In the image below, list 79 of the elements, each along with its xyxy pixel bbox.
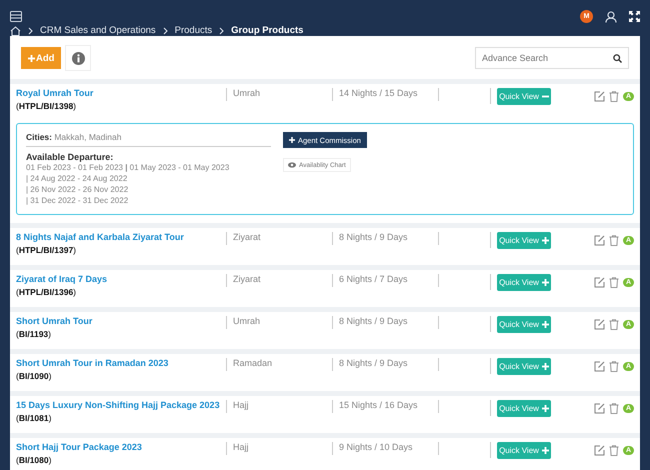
home-icon[interactable] bbox=[10, 26, 21, 36]
search-field[interactable]: Advance Search bbox=[475, 47, 629, 69]
eye-icon bbox=[288, 162, 296, 168]
duration-text: 9 Nights / 10 Days bbox=[339, 442, 413, 452]
category-text: Hajj bbox=[233, 442, 249, 452]
delete-icon[interactable] bbox=[608, 403, 619, 414]
chevron-icon bbox=[219, 26, 224, 34]
delete-icon[interactable] bbox=[608, 361, 619, 372]
category-text: Ramadan bbox=[233, 358, 272, 368]
plus-icon bbox=[542, 363, 549, 370]
product-code: (HTPL/BI/1396) bbox=[16, 287, 76, 297]
edit-icon[interactable] bbox=[594, 403, 605, 414]
plus-icon bbox=[542, 447, 549, 454]
plus-icon bbox=[542, 405, 549, 412]
edit-icon[interactable] bbox=[594, 319, 605, 330]
category-text: Hajj bbox=[233, 400, 249, 410]
departure-dates: | 26 Nov 2022 - 26 Nov 2022 bbox=[26, 184, 130, 195]
duration-text: 6 Nights / 7 Days bbox=[339, 274, 408, 284]
user-icon[interactable] bbox=[605, 10, 617, 22]
edit-icon[interactable] bbox=[594, 361, 605, 372]
duration-text: 15 Nights / 16 Days bbox=[339, 400, 418, 410]
quick-view-button[interactable]: Quick View bbox=[497, 88, 551, 105]
product-code: (BI/1090) bbox=[16, 371, 52, 381]
product-link[interactable]: Short Hajj Tour Package 2023 bbox=[16, 442, 142, 452]
product-link[interactable]: Ziyarat of Iraq 7 Days bbox=[16, 274, 108, 284]
delete-icon[interactable] bbox=[608, 445, 619, 456]
plus-icon bbox=[542, 321, 549, 328]
product-code: (BI/1080) bbox=[16, 455, 52, 465]
info-icon bbox=[72, 52, 85, 64]
search-icon[interactable] bbox=[613, 54, 622, 63]
edit-icon[interactable] bbox=[594, 277, 605, 288]
category-text: Ziyarat bbox=[233, 232, 261, 242]
category-text: Ziyarat bbox=[233, 274, 261, 284]
edit-icon[interactable] bbox=[594, 91, 605, 102]
product-code: (HTPL/BI/1398) bbox=[16, 101, 76, 111]
quick-view-button[interactable]: Quick View bbox=[497, 274, 551, 291]
add-button[interactable]: Add bbox=[21, 47, 62, 69]
product-link[interactable]: 8 Nights Najaf and Karbala Ziyarat Tour bbox=[16, 232, 184, 242]
plus-icon bbox=[28, 54, 35, 62]
product-link[interactable]: Short Umrah Tour bbox=[16, 316, 92, 326]
product-code: (BI/1081) bbox=[16, 413, 52, 423]
departure-dates: 01 Feb 2023 - 01 Feb 2023 | 01 May 2023 - 01 May 2023 bbox=[26, 162, 230, 173]
delete-icon[interactable] bbox=[608, 235, 619, 246]
departure-dates: | 24 Aug 2022 - 24 Aug 2022 bbox=[26, 173, 128, 184]
product-code: (BI/1193) bbox=[16, 329, 51, 339]
delete-icon[interactable] bbox=[608, 91, 619, 102]
delete-icon[interactable] bbox=[608, 319, 619, 330]
product-link[interactable]: Royal Umrah Tour bbox=[16, 88, 94, 98]
quick-view-button[interactable]: Quick View bbox=[497, 316, 551, 333]
quick-view-button[interactable]: Quick View bbox=[497, 358, 551, 375]
breadcrumb-link[interactable]: CRM Sales and Operations bbox=[40, 25, 156, 36]
fullscreen-icon[interactable] bbox=[629, 11, 640, 22]
plus-icon bbox=[542, 237, 549, 244]
product-code: (HTPL/BI/1397) bbox=[16, 245, 76, 255]
duration-text: 8 Nights / 9 Days bbox=[339, 358, 408, 368]
plus-icon bbox=[289, 137, 295, 143]
chevron-icon bbox=[162, 26, 168, 34]
cities-text: Cities: Makkah, Madinah bbox=[26, 132, 271, 147]
departure-heading: Available Departure: bbox=[26, 152, 114, 162]
product-link[interactable]: 15 Days Luxury Non-Shifting Hajj Package 2023 bbox=[16, 400, 220, 410]
info-button[interactable] bbox=[65, 45, 92, 71]
chevron-icon bbox=[28, 26, 33, 34]
breadcrumb-link[interactable]: Products bbox=[174, 25, 212, 36]
delete-icon[interactable] bbox=[608, 277, 619, 288]
menu-icon[interactable] bbox=[10, 11, 22, 22]
edit-icon[interactable] bbox=[594, 445, 605, 456]
departure-dates: | 31 Dec 2022 - 31 Dec 2022 bbox=[26, 195, 130, 206]
duration-text: 8 Nights / 9 Days bbox=[339, 232, 408, 242]
quick-view-button[interactable]: Quick View bbox=[497, 442, 551, 459]
product-link[interactable]: Short Umrah Tour in Ramadan 2023 bbox=[16, 358, 168, 368]
minus-icon bbox=[542, 93, 549, 100]
category-text: Umrah bbox=[233, 88, 260, 98]
category-text: Umrah bbox=[233, 316, 260, 326]
edit-icon[interactable] bbox=[594, 235, 605, 246]
plus-icon bbox=[542, 279, 549, 286]
duration-text: 8 Nights / 9 Days bbox=[339, 316, 408, 326]
quick-view-button[interactable]: Quick View bbox=[497, 400, 551, 417]
duration-text: 14 Nights / 15 Days bbox=[339, 88, 418, 98]
quick-view-button[interactable]: Quick View bbox=[497, 232, 551, 249]
